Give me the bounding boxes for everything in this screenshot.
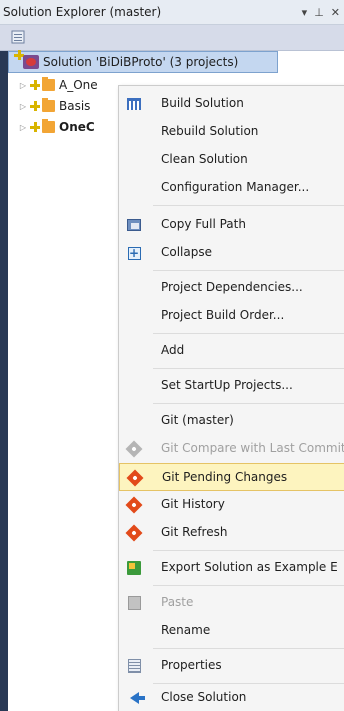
- menu-separator: [153, 585, 344, 586]
- menu-item-label: Git Pending Changes: [162, 470, 288, 484]
- context-menu: Build Solution Rebuild Solution Clean So…: [118, 85, 344, 711]
- menu-item-copy-full-path[interactable]: Copy Full Path: [119, 211, 344, 239]
- pin-icon[interactable]: ⊥: [314, 6, 324, 19]
- menu-item-label: Git History: [161, 497, 225, 511]
- menu-item-label: Paste: [161, 595, 194, 609]
- expand-arrow-icon[interactable]: ▷: [18, 102, 28, 111]
- close-solution-icon: [126, 690, 145, 706]
- menu-item-git-refresh[interactable]: Git Refresh: [119, 519, 344, 547]
- menu-item-label: Git Compare with Last Commit: [161, 441, 344, 455]
- copy-icon: [126, 217, 142, 233]
- menu-item-label: Clean Solution: [161, 152, 248, 166]
- menu-item-export-solution[interactable]: Export Solution as Example E: [119, 554, 344, 582]
- project-label: A_One: [59, 78, 98, 92]
- menu-item-rebuild-solution[interactable]: Rebuild Solution: [119, 118, 344, 146]
- tree-row-solution[interactable]: Solution 'BiDiBProto' (3 projects): [8, 50, 278, 73]
- expand-arrow-icon[interactable]: ▷: [18, 81, 28, 90]
- menu-item-label: Rebuild Solution: [161, 124, 259, 138]
- panel-title: Solution Explorer (master): [3, 5, 162, 19]
- paste-icon: [126, 595, 142, 611]
- tree-row-project[interactable]: ▷ Basis: [18, 96, 90, 116]
- menu-item-label: Rename: [161, 623, 211, 637]
- properties-icon: [126, 658, 142, 674]
- tree-row-project[interactable]: ▷ OneC: [18, 117, 95, 137]
- menu-item-git-master[interactable]: Git (master): [119, 407, 344, 435]
- folder-icon: [42, 98, 55, 112]
- menu-item-label: Add: [161, 343, 185, 357]
- menu-item-label: Build Solution: [161, 96, 244, 110]
- git-diamond-icon: [126, 469, 144, 487]
- project-plus-icon: [30, 122, 40, 132]
- dropdown-icon[interactable]: ▾: [302, 6, 308, 19]
- export-icon: [126, 560, 142, 576]
- menu-item-project-build-order[interactable]: Project Build Order...: [119, 302, 344, 330]
- menu-item-add[interactable]: Add: [119, 337, 344, 365]
- menu-item-set-startup-projects[interactable]: Set StartUp Projects...: [119, 372, 344, 400]
- menu-item-label: Git Refresh: [161, 525, 228, 539]
- menu-separator: [153, 550, 344, 551]
- project-label: OneC: [59, 120, 95, 134]
- folder-icon: [42, 77, 55, 91]
- menu-item-label: Configuration Manager...: [161, 180, 310, 194]
- menu-item-git-compare: Git Compare with Last Commit: [119, 435, 344, 463]
- menu-item-label: Git (master): [161, 413, 234, 427]
- menu-separator: [153, 368, 344, 369]
- menu-item-label: Close Solution: [161, 690, 247, 704]
- menu-item-paste: Paste: [119, 589, 344, 617]
- panel-toolbar: [0, 25, 344, 51]
- menu-item-configuration-manager[interactable]: Configuration Manager...: [119, 174, 344, 202]
- menu-item-label: Project Build Order...: [161, 308, 285, 322]
- project-label: Basis: [59, 99, 91, 113]
- menu-item-label: Export Solution as Example E: [161, 560, 338, 574]
- menu-item-label: Set StartUp Projects...: [161, 378, 293, 392]
- menu-item-label: Copy Full Path: [161, 217, 246, 231]
- tree-row-project[interactable]: ▷ A_One: [18, 75, 98, 95]
- properties-icon[interactable]: [11, 30, 25, 44]
- panel-title-buttons: ▾ ⊥ ✕: [302, 4, 340, 20]
- collapse-icon: +: [127, 245, 141, 260]
- menu-separator: [153, 333, 344, 334]
- menu-item-project-dependencies[interactable]: Project Dependencies...: [119, 274, 344, 302]
- menu-separator: [153, 270, 344, 271]
- menu-separator: [153, 648, 344, 649]
- menu-item-collapse[interactable]: + Collapse: [119, 239, 344, 267]
- menu-item-rename[interactable]: Rename: [119, 617, 344, 645]
- menu-item-clean-solution[interactable]: Clean Solution: [119, 146, 344, 174]
- menu-item-build-solution[interactable]: Build Solution: [119, 90, 344, 118]
- git-diamond-icon: [125, 524, 143, 542]
- git-diamond-icon: [125, 496, 143, 514]
- panel-titlebar: Solution Explorer (master) ▾ ⊥ ✕: [0, 0, 344, 25]
- menu-item-label: Collapse: [161, 245, 212, 259]
- solution-label: Solution 'BiDiBProto' (3 projects): [43, 55, 239, 69]
- menu-item-properties[interactable]: Properties: [119, 652, 344, 680]
- menu-item-label: Properties: [161, 658, 222, 672]
- expand-arrow-icon[interactable]: ▷: [18, 123, 28, 132]
- menu-item-close-solution[interactable]: Close Solution: [119, 684, 344, 711]
- folder-icon: [42, 119, 55, 133]
- close-icon[interactable]: ✕: [331, 6, 340, 19]
- menu-item-label: Project Dependencies...: [161, 280, 303, 294]
- git-diamond-icon: [125, 440, 143, 458]
- project-plus-icon: [30, 101, 40, 111]
- project-plus-icon: [30, 80, 40, 90]
- menu-separator: [153, 403, 344, 404]
- menu-item-git-history[interactable]: Git History: [119, 491, 344, 519]
- menu-item-git-pending-changes[interactable]: Git Pending Changes: [119, 463, 344, 491]
- solution-icon: [23, 55, 39, 69]
- menu-separator: [153, 205, 344, 206]
- build-icon: [126, 96, 142, 112]
